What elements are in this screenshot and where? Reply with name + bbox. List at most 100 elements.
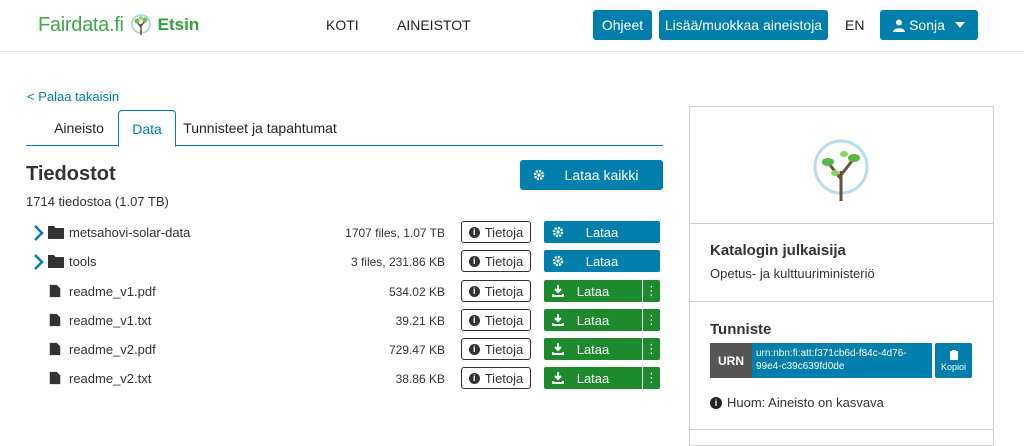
info-label: Tietoja [484,224,524,240]
download-icon [552,372,564,384]
top-navbar: Fairdata.fi Etsin KOTI AINEISTOT Ohjeet … [0,0,1024,52]
info-button[interactable]: i Tietoja [461,309,531,331]
download-all-button[interactable]: Lataa kaikki [520,160,663,190]
info-label: Tietoja [484,253,524,269]
download-button[interactable]: Lataa ⋮ [544,367,660,389]
add-edit-datasets-button[interactable]: Lisää/muokkaa aineistoja [659,10,828,40]
file-name[interactable]: readme_v2.pdf [69,342,156,357]
caret-down-icon [954,22,965,28]
chevron-right-icon[interactable] [32,253,46,271]
info-button[interactable]: i Tietoja [461,367,531,389]
file-name[interactable]: tools [69,254,96,269]
growing-dataset-note: i Huom: Aineisto on kasvava [710,395,884,410]
dataset-sidebar: Katalogin julkaisija Opetus- ja kulttuur… [689,106,994,446]
chevron-right-icon[interactable] [32,224,46,242]
file-size: 3 files, 231.86 KB [350,255,445,269]
info-label: Tietoja [484,312,524,328]
divider [690,223,993,224]
download-label: Lataa [576,312,610,328]
file-size: 38.86 KB [395,372,445,386]
gear-icon [552,226,564,238]
info-button[interactable]: i Tietoja [461,250,531,272]
download-icon [552,314,564,326]
file-size: 534.02 KB [388,285,445,299]
file-row: readme_v1.pdf 534.02 KB i Tietoja Lataa ⋮ [26,279,663,305]
gear-icon [552,255,564,267]
more-options-icon[interactable]: ⋮ [642,338,660,360]
file-row: tools 3 files, 231.86 KB i Tietoja Lataa [26,249,663,275]
download-icon [552,343,564,355]
download-all-label: Lataa kaikki [564,167,639,183]
download-button[interactable]: Lataa ⋮ [544,338,660,360]
more-options-icon[interactable]: ⋮ [642,280,660,302]
tab-bar: Aineisto Data Tunnisteet ja tapahtumat [26,110,663,147]
files-heading: Tiedostot [26,163,116,185]
info-icon: i [468,285,480,297]
file-size: 729.47 KB [388,343,445,357]
user-icon [893,19,906,32]
urn-identifier: URN urn:nbn:fi:att:f371cb6d-f84c-4d76-99… [710,343,932,378]
publisher-value: Opetus- ja kulttuuriministeriö [710,266,875,281]
info-icon: i [710,396,722,409]
help-button[interactable]: Ohjeet [593,10,652,40]
user-menu-button[interactable]: Sonja [880,10,978,40]
info-icon: i [468,255,480,267]
file-row: readme_v2.txt 38.86 KB i Tietoja Lataa ⋮ [26,366,663,392]
file-icon [49,371,61,385]
info-icon: i [468,314,480,326]
download-button[interactable]: Lataa [544,221,660,243]
divider [690,429,993,430]
tab-data[interactable]: Data [118,110,176,147]
download-button[interactable]: Lataa ⋮ [544,280,660,302]
urn-value[interactable]: urn:nbn:fi:att:f371cb6d-f84c-4d76-99e4-c… [752,343,932,378]
file-size: 1707 files, 1.07 TB [345,226,445,240]
file-row: readme_v1.txt 39.21 KB i Tietoja Lataa ⋮ [26,308,663,334]
info-button[interactable]: i Tietoja [461,338,531,360]
nav-home-link[interactable]: KOTI [326,17,359,33]
logo-text: Fairdata.fi [38,13,124,36]
gear-icon [533,169,545,181]
catalog-tree-logo-icon [813,139,869,201]
info-label: Tietoja [484,370,524,386]
tab-identifiers-events[interactable]: Tunnisteet ja tapahtumat [180,110,340,146]
files-summary: 1714 tiedostoa (1.07 TB) [26,194,169,209]
download-button[interactable]: Lataa ⋮ [544,309,660,331]
file-name[interactable]: readme_v1.pdf [69,284,156,299]
nav-datasets-link[interactable]: AINEISTOT [397,17,471,33]
more-options-icon[interactable]: ⋮ [642,367,660,389]
file-row: readme_v2.pdf 729.47 KB i Tietoja Lataa ⋮ [26,337,663,363]
file-name[interactable]: readme_v2.txt [69,371,151,386]
file-size: 39.21 KB [395,314,445,328]
info-icon: i [468,226,480,238]
info-button[interactable]: i Tietoja [461,280,531,302]
download-label: Lataa [576,341,610,357]
tree-logo-icon [130,14,151,35]
language-switch[interactable]: EN [845,17,864,33]
info-icon: i [468,343,480,355]
info-label: Tietoja [484,341,524,357]
user-name: Sonja [909,17,945,33]
clipboard-icon [949,349,958,360]
identifier-label: Tunniste [710,321,772,338]
logo-etsin: Etsin [157,15,200,34]
download-icon [552,285,564,297]
file-name[interactable]: metsahovi-solar-data [69,225,190,240]
urn-tag: URN [710,343,752,378]
download-label: Lataa [576,283,610,299]
fairdata-logo[interactable]: Fairdata.fi Etsin [38,12,199,38]
folder-icon [48,226,64,239]
more-options-icon[interactable]: ⋮ [642,309,660,331]
copy-button[interactable]: Kopioi [935,343,972,378]
file-name[interactable]: readme_v1.txt [69,313,151,328]
copy-label: Kopioi [940,361,967,372]
info-button[interactable]: i Tietoja [461,221,531,243]
file-row: metsahovi-solar-data 1707 files, 1.07 TB… [26,220,663,246]
divider [690,301,993,302]
download-button[interactable]: Lataa [544,250,660,272]
folder-icon [48,255,64,268]
note-text: Huom: Aineisto on kasvava [727,395,884,410]
tab-dataset[interactable]: Aineisto [40,110,118,146]
download-label: Lataa [585,253,619,269]
file-icon [49,284,61,298]
back-link[interactable]: < Palaa takaisin [27,89,119,104]
